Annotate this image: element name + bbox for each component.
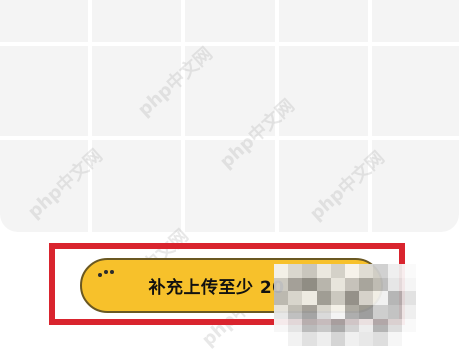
watermark: php中文网: [23, 145, 107, 223]
grid-divider-horizontal: [0, 42, 459, 46]
grid-divider-vertical: [368, 0, 372, 232]
dots-icon: [98, 270, 114, 277]
watermark: php中文网: [133, 43, 217, 121]
photo-grid-panel: php中文网 php中文网 php中文网 php中文网: [0, 0, 459, 232]
watermark: php中文网: [215, 95, 299, 173]
grid-divider-vertical: [275, 0, 279, 232]
mosaic-blur: [274, 264, 416, 346]
grid-divider-vertical: [88, 0, 92, 232]
grid-divider-horizontal: [0, 136, 459, 140]
grid-divider-vertical: [181, 0, 185, 232]
watermark: php中文网: [305, 147, 389, 225]
